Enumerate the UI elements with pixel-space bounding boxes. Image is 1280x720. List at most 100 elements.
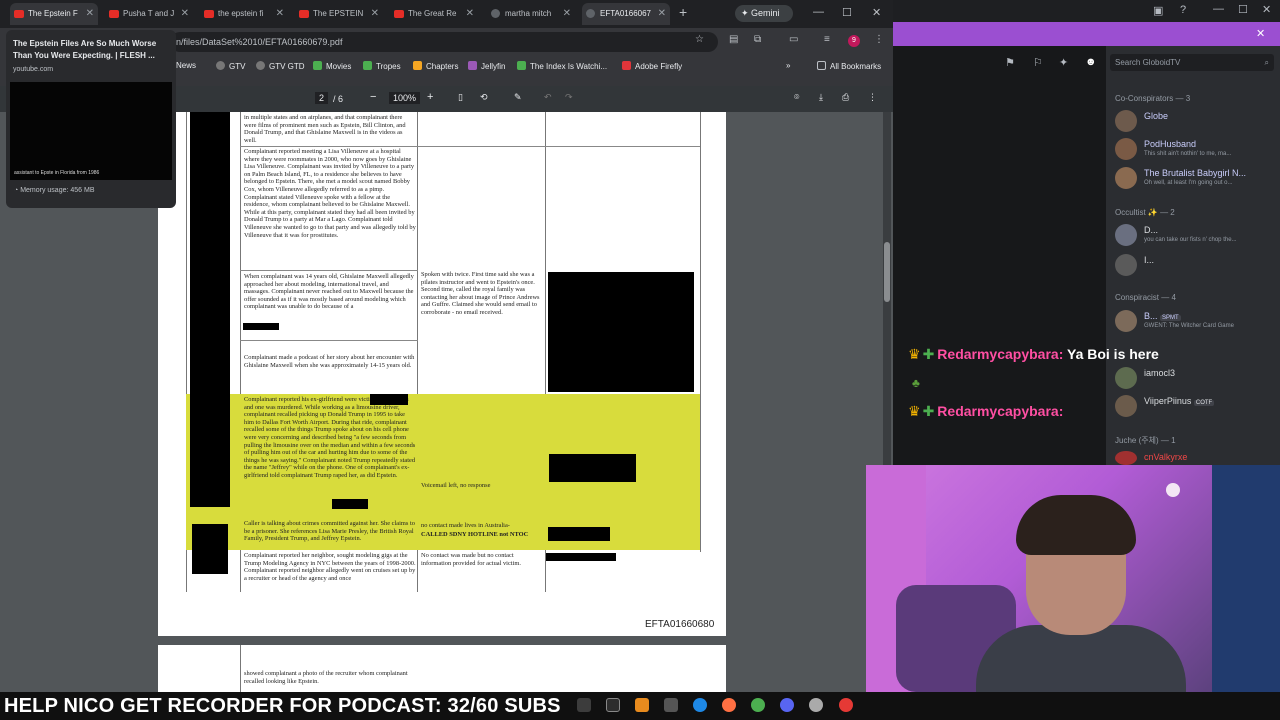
- zoom-level-input[interactable]: 100%: [389, 92, 421, 104]
- minimize-button[interactable]: —: [813, 6, 824, 18]
- bookmark-movies[interactable]: Movies: [313, 61, 351, 71]
- close-icon[interactable]: ✕: [181, 3, 189, 25]
- tab-hover-card: The Epstein Files Are So Much Worse Than…: [6, 30, 176, 208]
- undo-icon[interactable]: ↶: [544, 92, 552, 103]
- tray-icon[interactable]: [839, 698, 853, 712]
- bookmark-jellyfin[interactable]: Jellyfin: [468, 61, 505, 71]
- threads-icon[interactable]: ⚑: [1005, 56, 1015, 69]
- tab-0[interactable]: The Epstein F ✕: [10, 3, 98, 25]
- bookmark-adobe-firefly[interactable]: Adobe Firefly: [622, 61, 682, 71]
- chrome-icon[interactable]: [751, 698, 765, 712]
- close-icon[interactable]: ✕: [86, 3, 94, 25]
- maximize-button[interactable]: ☐: [842, 6, 852, 19]
- member-item[interactable]: B... SPMT GWENT: The Witcher Card Game: [1115, 310, 1275, 334]
- member-item[interactable]: I...: [1115, 254, 1275, 278]
- close-icon[interactable]: ✕: [466, 3, 474, 25]
- tab-3[interactable]: The EPSTEIN ✕: [295, 3, 383, 25]
- member-item[interactable]: The Brutalist Babygirl N... Oh well, at l…: [1115, 167, 1275, 191]
- member-item[interactable]: PodHusband This shit ain't nothin' to me,…: [1115, 138, 1275, 162]
- member-item[interactable]: iamocl3: [1115, 367, 1275, 391]
- member-item[interactable]: cnValkyrxe: [1115, 451, 1275, 465]
- close-window-button[interactable]: ✕: [872, 6, 881, 19]
- extensions-icon[interactable]: ⧉: [754, 34, 761, 45]
- member-name: The Brutalist Babygirl N...: [1144, 168, 1247, 178]
- scrollbar-thumb[interactable]: [884, 242, 890, 302]
- tray-icon[interactable]: [577, 698, 591, 712]
- tab-5[interactable]: martha mitch ✕: [487, 3, 575, 25]
- member-tag: SPMT: [1160, 315, 1181, 321]
- member-item[interactable]: Globe: [1115, 110, 1275, 134]
- bookmark-label: Jellyfin: [481, 62, 506, 71]
- more-icon[interactable]: ⋮: [868, 92, 877, 103]
- pin-icon[interactable]: ✦: [1059, 56, 1068, 69]
- edge-icon[interactable]: [693, 698, 707, 712]
- more-bookmarks-chevron-icon[interactable]: »: [786, 61, 790, 70]
- redaction-box: [546, 553, 616, 561]
- bookmark-label: Tropes: [376, 62, 401, 71]
- mute-icon[interactable]: ⚐: [1033, 56, 1043, 69]
- tab-6[interactable]: EFTA0166067 ✕: [582, 3, 670, 25]
- cast-icon[interactable]: ▭: [789, 34, 798, 45]
- preview-site: youtube.com: [13, 66, 54, 73]
- close-icon[interactable]: ✕: [1256, 27, 1265, 40]
- zoom-in-button[interactable]: +: [427, 91, 433, 103]
- page-number-input[interactable]: 2: [315, 92, 329, 104]
- bookmark-tropes[interactable]: Tropes: [363, 61, 401, 71]
- steam-icon[interactable]: [809, 698, 823, 712]
- annotate-icon[interactable]: ⌾: [794, 92, 799, 103]
- close-window-button[interactable]: ✕: [1262, 3, 1271, 16]
- menu-icon[interactable]: ⋮: [874, 34, 884, 45]
- bookmark-label: Adobe Firefly: [635, 62, 683, 71]
- minimize-button[interactable]: —: [1213, 3, 1224, 15]
- vlc-icon[interactable]: [635, 698, 649, 712]
- tab-4[interactable]: The Great Re ✕: [390, 3, 478, 25]
- new-tab-button[interactable]: +: [679, 4, 687, 20]
- star-icon[interactable]: ☆: [695, 34, 704, 45]
- close-icon[interactable]: ✕: [563, 3, 571, 25]
- reading-list-icon[interactable]: ▤: [729, 34, 738, 45]
- tray-icon[interactable]: [664, 698, 678, 712]
- preview-caption: assistant to Epste in Florida from 1986: [14, 170, 100, 176]
- download-icon[interactable]: ⤓: [819, 92, 823, 103]
- tray-icon[interactable]: [606, 698, 620, 712]
- address-bar[interactable]: n/files/DataSet%2010/EFTA01660679.pdf: [170, 32, 718, 52]
- redaction-box: [549, 454, 636, 482]
- print-icon[interactable]: ⎙: [842, 92, 849, 103]
- search-input[interactable]: Search GloboidTV ⌕: [1110, 54, 1274, 71]
- redo-icon[interactable]: ↷: [565, 92, 573, 103]
- tab-1[interactable]: Pusha T and J ✕: [105, 3, 193, 25]
- firefox-icon[interactable]: [722, 698, 736, 712]
- close-icon[interactable]: ✕: [371, 3, 379, 25]
- member-item[interactable]: ViiperPiinus COTF: [1115, 395, 1275, 419]
- gemini-button[interactable]: ✦ Gemini: [735, 5, 793, 22]
- rotate-icon[interactable]: ⟲: [480, 92, 488, 103]
- bookmark-gtv-gtd[interactable]: GTV GTD: [256, 61, 305, 71]
- profile-avatar[interactable]: 9: [848, 35, 860, 47]
- tab-title: The EPSTEIN: [313, 9, 364, 18]
- member-name: ViiperPiinus COTF: [1144, 396, 1215, 406]
- bookmark-gtv[interactable]: GTV: [216, 61, 245, 71]
- webcam-person-body: [976, 625, 1186, 692]
- members-icon[interactable]: ☻: [1085, 56, 1097, 68]
- fit-page-icon[interactable]: ▯: [458, 92, 463, 103]
- inbox-icon[interactable]: ▣: [1153, 4, 1163, 17]
- all-bookmarks[interactable]: All Bookmarks: [817, 61, 881, 71]
- bookmark-label: GTV GTD: [269, 62, 305, 71]
- help-icon[interactable]: ?: [1180, 4, 1186, 16]
- media-icon[interactable]: ≡: [824, 34, 830, 45]
- discord-icon[interactable]: [780, 698, 794, 712]
- table-row: in multiple states and on airplanes, and…: [244, 114, 406, 144]
- bookmark-index[interactable]: The Index Is Watchi...: [517, 61, 607, 71]
- tab-title: EFTA0166067: [600, 9, 651, 18]
- member-item[interactable]: D... you can take our fists n' chop the..…: [1115, 224, 1275, 248]
- bookmark-chapters[interactable]: Chapters: [413, 61, 458, 71]
- draw-icon[interactable]: ✎: [514, 92, 522, 103]
- maximize-button[interactable]: ☐: [1238, 3, 1248, 16]
- close-icon[interactable]: ✕: [276, 3, 284, 25]
- preview-title: The Epstein Files Are So Much Worse Than…: [13, 39, 157, 60]
- zoom-out-button[interactable]: −: [370, 91, 376, 103]
- tab-2[interactable]: the epstein fi ✕: [200, 3, 288, 25]
- close-icon[interactable]: ✕: [658, 3, 666, 25]
- bookmark-news[interactable]: News: [176, 61, 196, 70]
- plus-icon: ✚: [922, 346, 935, 362]
